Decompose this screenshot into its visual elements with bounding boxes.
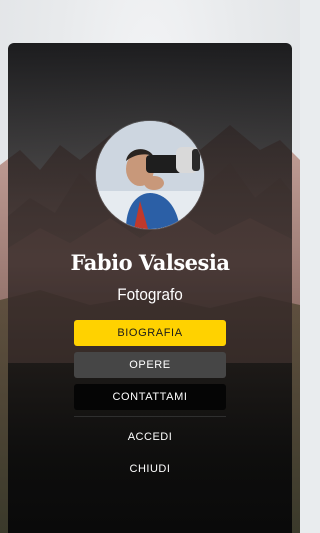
profile-menu-card: Fabio Valsesia Fotografo BIOGRAFIA OPERE… <box>8 43 292 533</box>
biografia-button[interactable]: BIOGRAFIA <box>74 320 226 346</box>
contattami-button[interactable]: CONTATTAMI <box>74 384 226 410</box>
profile-name: Fabio Valsesia <box>70 250 230 275</box>
avatar <box>96 121 204 229</box>
menu-divider <box>74 416 226 417</box>
chiudi-link[interactable]: CHIUDI <box>74 459 226 479</box>
opere-button[interactable]: OPERE <box>74 352 226 378</box>
profile-role: Fotografo <box>117 285 183 304</box>
photographer-photo <box>96 121 204 229</box>
accedi-link[interactable]: ACCEDI <box>74 427 226 447</box>
